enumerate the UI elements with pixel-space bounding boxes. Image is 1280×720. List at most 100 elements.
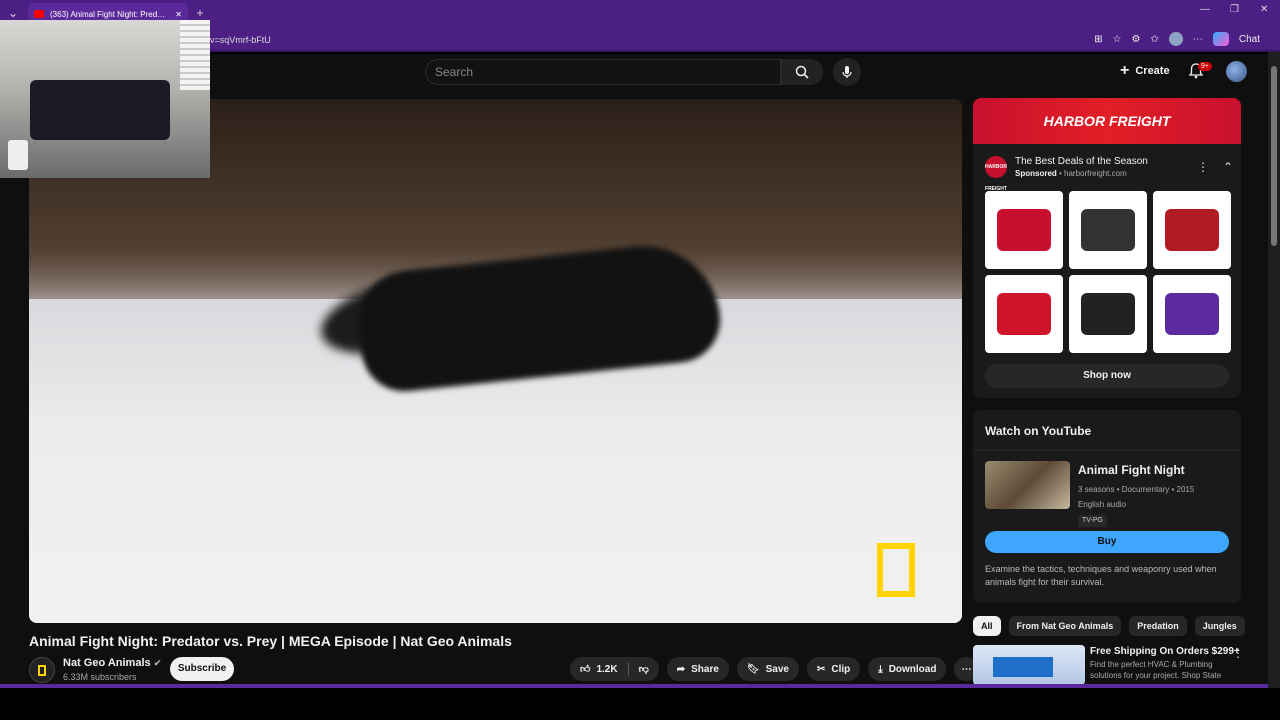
subscriber-count: 6.33M subscribers bbox=[63, 672, 137, 682]
webcam-blinds bbox=[180, 20, 210, 90]
ad2-description: Find the perfect HVAC & Plumbing solutio… bbox=[1090, 660, 1222, 680]
video-title: Animal Fight Night: Predator vs. Prey | … bbox=[29, 633, 512, 649]
minimize-icon[interactable]: — bbox=[1200, 4, 1210, 15]
create-label: Create bbox=[1135, 65, 1170, 77]
restore-icon[interactable]: ❐ bbox=[1230, 4, 1239, 15]
recommendation-chips: All From Nat Geo Animals Predation Jungl… bbox=[973, 616, 1245, 636]
rating-badge: TV-PG bbox=[1078, 515, 1108, 527]
collapse-chevron-icon[interactable]: ⌃ bbox=[1223, 160, 1233, 174]
natgeo-logo-icon bbox=[38, 664, 46, 676]
download-button[interactable]: ⤓ Download bbox=[868, 657, 947, 681]
share-button[interactable]: ➦ Share bbox=[666, 657, 729, 681]
buy-button[interactable]: Buy bbox=[985, 531, 1229, 553]
plus-icon: + bbox=[1120, 62, 1130, 79]
show-description: Examine the tactics, techniques and weap… bbox=[985, 564, 1217, 587]
socket-set-image bbox=[1081, 293, 1135, 335]
ad-header: HARBOR FREIGHT The Best Deals of the Sea… bbox=[985, 156, 1233, 192]
ad-product-winch[interactable] bbox=[1069, 191, 1147, 269]
chip-all[interactable]: All bbox=[973, 616, 1001, 636]
channel-avatar[interactable] bbox=[29, 657, 55, 683]
ad-menu-icon[interactable]: ⋮ bbox=[1197, 160, 1209, 174]
create-button[interactable]: + Create bbox=[1120, 62, 1170, 80]
chat-label[interactable]: Chat bbox=[1239, 34, 1260, 45]
window-border-bottom bbox=[0, 684, 1280, 688]
ad-banner[interactable]: HARBOR FREIGHT bbox=[973, 98, 1241, 144]
watch-heading: Watch on YouTube bbox=[985, 424, 1092, 438]
voice-search-button[interactable] bbox=[833, 58, 861, 86]
chip-jungles[interactable]: Jungles bbox=[1194, 616, 1245, 636]
ad2-thumbnail[interactable] bbox=[973, 645, 1085, 685]
water-pump-image bbox=[1165, 209, 1219, 251]
show-audio: English audio bbox=[1078, 500, 1127, 509]
show-thumbnail[interactable] bbox=[985, 461, 1070, 509]
microphone-icon bbox=[842, 66, 852, 78]
share-icon: ➦ bbox=[676, 663, 686, 675]
webcam-bed bbox=[30, 80, 170, 140]
ad-product-inverter-generator[interactable] bbox=[985, 275, 1063, 353]
search-input[interactable]: Search bbox=[425, 59, 781, 85]
ad-title[interactable]: The Best Deals of the Season bbox=[1015, 156, 1148, 167]
channel-name[interactable]: Nat Geo Animals ✔ bbox=[63, 657, 161, 669]
favorites-icon[interactable]: ✩ bbox=[1150, 34, 1158, 45]
ad-product-water-pump[interactable] bbox=[1153, 191, 1231, 269]
verified-icon: ✔ bbox=[153, 658, 162, 668]
save-button[interactable]: 🔖︎ Save bbox=[736, 657, 799, 681]
tab-close-icon[interactable]: ✕ bbox=[175, 10, 182, 19]
winch-image bbox=[1081, 209, 1135, 251]
chip-predation[interactable]: Predation bbox=[1129, 616, 1187, 636]
tool-chest-image bbox=[1165, 293, 1219, 335]
browser-toolbar-icons: ⊞ ☆ ⚙ ✩ ⋯ Chat bbox=[1094, 32, 1260, 46]
webcam-cup bbox=[8, 140, 28, 170]
show-title[interactable]: Animal Fight Night bbox=[1078, 463, 1185, 477]
watch-on-youtube-card: Watch on YouTube Animal Fight Night 3 se… bbox=[973, 410, 1241, 603]
scissors-icon: ✂ bbox=[816, 663, 826, 675]
download-label: Download bbox=[888, 663, 937, 675]
bookmark-icon: 🔖︎ bbox=[746, 663, 760, 675]
show-seasons: 3 seasons • Documentary • 2015 bbox=[1078, 485, 1195, 494]
video-actions: 👍︎ 1.2K 👎︎ ➦ Share 🔖︎ Save ✂ Clip ⤓ Down… bbox=[570, 657, 979, 681]
subscribe-button[interactable]: Subscribe bbox=[170, 657, 234, 681]
ad-product-generator-red[interactable] bbox=[985, 191, 1063, 269]
share-label: Share bbox=[691, 663, 719, 675]
favorite-star-icon[interactable]: ☆ bbox=[1113, 34, 1122, 45]
more-menu-icon[interactable]: ⋯ bbox=[1193, 34, 1203, 45]
chip-from-nat-geo-animals[interactable]: From Nat Geo Animals bbox=[1008, 616, 1122, 636]
ad-product-grid bbox=[985, 191, 1231, 353]
natgeo-watermark-icon bbox=[877, 543, 915, 597]
account-avatar[interactable] bbox=[1226, 61, 1247, 82]
clip-button[interactable]: ✂ Clip bbox=[806, 657, 861, 681]
tab-title: (363) Animal Fight Night: Predator vs. P… bbox=[50, 9, 170, 19]
scroll-thumb[interactable] bbox=[1271, 66, 1277, 246]
new-tab-icon[interactable]: + bbox=[193, 6, 207, 20]
divider bbox=[973, 450, 1241, 451]
sponsored-ad-card: HARBOR FREIGHT HARBOR FREIGHT The Best D… bbox=[973, 98, 1241, 398]
more-horizontal-icon: ⋯ bbox=[961, 663, 972, 675]
search-icon bbox=[795, 65, 809, 79]
ad2-title[interactable]: Free Shipping On Orders $299+ bbox=[1090, 646, 1240, 657]
ad-product-tool-chest[interactable] bbox=[1153, 275, 1231, 353]
save-label: Save bbox=[765, 663, 789, 675]
extensions-icon[interactable]: ⚙ bbox=[1132, 34, 1141, 45]
webcam-overlay bbox=[0, 20, 210, 178]
ad2-menu-icon[interactable]: ⋮ bbox=[1232, 646, 1244, 660]
advertiser-logo[interactable]: HARBOR FREIGHT bbox=[985, 156, 1007, 192]
show-meta: 3 seasons • Documentary • 2015 English a… bbox=[1078, 482, 1194, 527]
generator-red-image bbox=[997, 209, 1051, 251]
address-bar[interactable]: v=sqVmrf-bFtU bbox=[210, 32, 1080, 48]
search-button[interactable] bbox=[781, 59, 823, 85]
tab-list-chevron-icon[interactable]: ⌄ bbox=[6, 6, 20, 20]
like-button[interactable]: 👍︎ 1.2K 👎︎ bbox=[570, 657, 659, 681]
page-scrollbar[interactable] bbox=[1268, 52, 1280, 688]
download-icon: ⤓ bbox=[878, 663, 883, 675]
profile-icon[interactable] bbox=[1168, 32, 1183, 46]
youtube-favicon-icon bbox=[34, 10, 44, 18]
thumbs-up-icon: 👍︎ bbox=[580, 664, 591, 675]
ad-product-socket-set[interactable] bbox=[1069, 275, 1147, 353]
inverter-generator-image bbox=[997, 293, 1051, 335]
clip-label: Clip bbox=[831, 663, 851, 675]
thumbs-down-icon[interactable]: 👎︎ bbox=[639, 663, 649, 675]
copilot-icon[interactable] bbox=[1212, 32, 1229, 46]
close-window-icon[interactable]: ✕ bbox=[1260, 4, 1268, 15]
app-icon[interactable]: ⊞ bbox=[1094, 34, 1102, 45]
shop-now-button[interactable]: Shop now bbox=[985, 364, 1229, 388]
